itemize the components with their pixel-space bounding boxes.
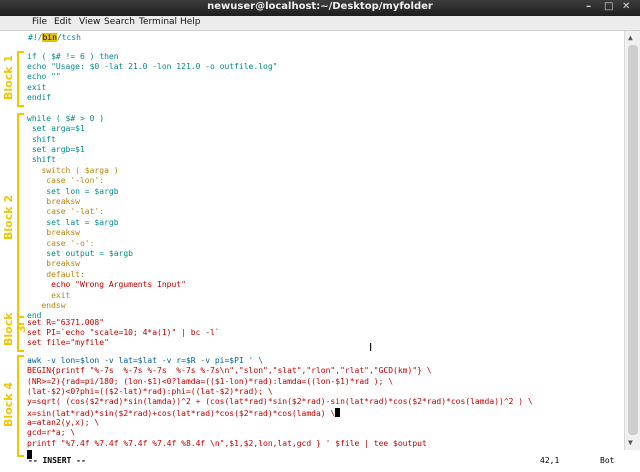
cursor-position: 42,1 bbox=[540, 456, 560, 465]
code-line: set PI=`echo "scale=10; 4*a(1)" | bc -l` bbox=[27, 328, 220, 337]
code-line: echo "Wrong Arguments Input" bbox=[27, 280, 186, 289]
shebang-suffix: /tcsh bbox=[56, 33, 81, 42]
code-line: printf "%7.4f %7.4f %7.4f %7.4f %8.4f \n… bbox=[27, 439, 427, 448]
block3-label: Block 3 bbox=[2, 312, 28, 346]
shebang-line: #!/bin/tcsh bbox=[28, 33, 81, 43]
search-highlight: bin bbox=[42, 33, 57, 42]
code-text: x=sin(lat*rad)*sin($2*rad)+cos(lat*rad)*… bbox=[27, 409, 336, 418]
code-line: set output = $argb bbox=[27, 249, 133, 258]
code-line: set R="6371.008" bbox=[27, 318, 105, 327]
code-line: shift bbox=[27, 135, 56, 144]
scrollbar[interactable]: ▲ ▼ bbox=[624, 31, 640, 450]
code-line: default: bbox=[27, 270, 85, 279]
code-line: case '-o': bbox=[27, 239, 95, 248]
code-line: echo "" bbox=[27, 72, 61, 81]
code-line: breaksw bbox=[27, 259, 80, 268]
block4-label: Block 4 bbox=[2, 381, 15, 427]
block1-label: Block 1 bbox=[2, 54, 15, 100]
scroll-down-icon[interactable]: ▼ bbox=[628, 438, 633, 447]
minimize-icon[interactable]: – bbox=[586, 1, 591, 12]
scroll-position: Bot bbox=[600, 456, 615, 465]
insert-mode-indicator: -- INSERT -- bbox=[28, 456, 86, 465]
code-line: BEGIN{printf "%-7s %-7s %-7s %-7s %-7s\n… bbox=[27, 366, 432, 375]
text-cursor bbox=[335, 408, 341, 417]
menu-bar: File Edit View Search Terminal Help bbox=[0, 16, 640, 31]
code-line: a=atan2(y,x); \ bbox=[27, 418, 100, 427]
code-line: switch ( $arga ) bbox=[27, 166, 119, 175]
scrollbar-thumb[interactable] bbox=[628, 45, 638, 435]
code-line: endif bbox=[27, 93, 52, 102]
close-icon[interactable]: ✕ bbox=[622, 1, 630, 12]
code-line: set arga=$1 bbox=[27, 124, 85, 133]
code-line: (NR>=2){rad=pi/180; (lon-$1)<0?lamda=(($… bbox=[27, 377, 394, 386]
block2-label: Block 2 bbox=[2, 194, 15, 240]
vim-status-bar: -- INSERT -- 42,1 Bot bbox=[0, 455, 624, 467]
menu-help[interactable]: Help bbox=[180, 17, 201, 27]
code-line: echo "Usage: $0 -lat 21.0 -lon 121.0 -o … bbox=[27, 62, 278, 71]
code-line: case '-lon': bbox=[27, 176, 105, 185]
code-line: breaksw bbox=[27, 197, 80, 206]
menu-terminal[interactable]: Terminal bbox=[139, 17, 177, 27]
shebang-prefix: #!/ bbox=[28, 33, 43, 42]
code-line: set file="myfile" bbox=[27, 338, 109, 347]
code-line: if ( $# != 6 ) then bbox=[27, 52, 119, 61]
code-line: endsw bbox=[27, 301, 66, 310]
code-line: case '-lat': bbox=[27, 207, 105, 216]
menu-edit[interactable]: Edit bbox=[54, 17, 71, 27]
code-line: set argb=$1 bbox=[27, 145, 85, 154]
code-line: x=sin(lat*rad)*sin($2*rad)+cos(lat*rad)*… bbox=[27, 408, 341, 418]
window-titlebar: newuser@localhost:~/Desktop/myfolder – □… bbox=[0, 0, 640, 16]
mouse-ibeam-icon: I bbox=[369, 341, 373, 354]
menu-view[interactable]: View bbox=[79, 17, 100, 27]
code-line: exit bbox=[27, 83, 47, 92]
code-line: (lat-$2)<0?phi=(($2-lat)*rad):phi=((lat-… bbox=[27, 387, 273, 396]
scroll-up-icon[interactable]: ▲ bbox=[628, 33, 633, 42]
code-line: exit bbox=[27, 291, 71, 300]
code-line: shift bbox=[27, 155, 56, 164]
code-line: awk -v lon=$lon -v lat=$lat -v r=$R -v p… bbox=[27, 356, 264, 365]
maximize-icon[interactable]: □ bbox=[604, 1, 613, 12]
code-line: set lon = $argb bbox=[27, 187, 119, 196]
code-line: while ( $# > 0 ) bbox=[27, 114, 105, 123]
menu-file[interactable]: File bbox=[32, 17, 47, 27]
terminal-editor[interactable]: #!/bin/tcsh Block 1 if ( $# != 6 ) then … bbox=[0, 31, 624, 459]
code-line: breaksw bbox=[27, 228, 80, 237]
code-line: y=sqrt( (cos($2*rad)*sin(lamda))^2 + (co… bbox=[27, 397, 533, 406]
code-line: gcd=r*a; \ bbox=[27, 428, 76, 437]
window-title: newuser@localhost:~/Desktop/myfolder bbox=[207, 1, 433, 12]
menu-search[interactable]: Search bbox=[104, 17, 135, 27]
code-line: set lat = $argb bbox=[27, 218, 119, 227]
